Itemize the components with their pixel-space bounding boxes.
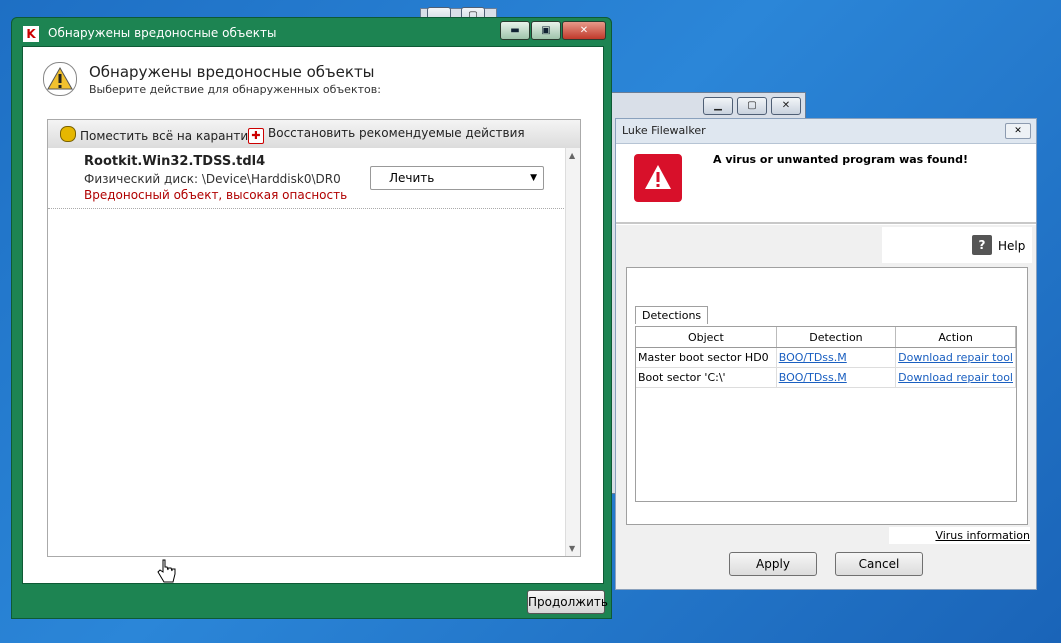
table-row[interactable]: Master boot sector HD0 BOO/TDss.M Downlo… <box>636 347 1016 368</box>
cell-action-link[interactable]: Download repair tool <box>895 347 1016 368</box>
scroll-down-icon[interactable]: ▼ <box>569 544 575 553</box>
detections-table: Object Detection Action Master boot sect… <box>635 326 1017 502</box>
column-header-object[interactable]: Object <box>636 327 777 348</box>
column-header-action[interactable]: Action <box>895 327 1016 348</box>
kaspersky-client-area: Обнаружены вредоносные объекты Выберите … <box>22 46 604 584</box>
alert-banner: A virus or unwanted program was found! <box>616 144 1036 224</box>
detections-frame: Detections Object Detection Action Maste… <box>626 267 1028 525</box>
continue-button[interactable]: Продолжить <box>527 590 608 614</box>
page-subtitle: Выберите действие для обнаруженных объек… <box>89 83 381 96</box>
alert-icon <box>634 154 682 202</box>
cancel-button[interactable]: Cancel <box>835 552 923 576</box>
restore-recommended-label: Восстановить рекомендуемые действия <box>268 126 525 140</box>
red-cross-icon: ✚ <box>248 128 264 144</box>
maximize-icon[interactable]: ▢ <box>737 97 767 115</box>
close-button[interactable]: ✕ <box>1005 123 1031 139</box>
minimize-button[interactable]: ▬ <box>500 21 530 40</box>
detection-risk: Вредоносный объект, высокая опасность <box>84 188 348 202</box>
luke-filewalker-window: Luke Filewalker ✕ A virus or unwanted pr… <box>615 118 1037 590</box>
cell-detection-link[interactable]: BOO/TDss.M <box>776 347 897 368</box>
vertical-scrollbar[interactable]: ▲ ▼ <box>565 148 580 556</box>
help-bar: ? Help <box>882 227 1032 263</box>
table-row[interactable]: Boot sector 'C:\' BOO/TDss.M Download re… <box>636 367 1016 388</box>
quarantine-all-label: Поместить всё на карантин <box>80 129 256 143</box>
quarantine-all-button[interactable]: Поместить всё на карантин <box>60 126 256 143</box>
column-header-detection[interactable]: Detection <box>776 327 897 348</box>
cell-object: Boot sector 'C:\' <box>636 367 777 388</box>
kaspersky-window: K Обнаружены вредоносные объекты ▬ ▣ ✕ О… <box>11 17 612 619</box>
warning-icon <box>43 62 77 96</box>
window-title: Luke Filewalker <box>622 124 706 137</box>
maximize-button[interactable]: ▣ <box>531 21 561 40</box>
chevron-down-icon: ▼ <box>530 173 537 183</box>
window-title: Обнаружены вредоносные объекты <box>48 26 277 40</box>
detection-name: Rootkit.Win32.TDSS.tdl4 <box>84 154 266 169</box>
alert-message: A virus or unwanted program was found! <box>713 153 968 166</box>
close-icon[interactable]: ✕ <box>771 97 801 115</box>
restore-recommended-button[interactable]: ✚ Восстановить рекомендуемые действия <box>248 126 525 144</box>
tab-detections[interactable]: Detections <box>635 306 709 324</box>
detection-path: Физический диск: \Device\Harddisk0\DR0 <box>84 172 341 186</box>
luke-body: ? Help Detections Object Detection Actio… <box>616 225 1036 589</box>
close-button[interactable]: ✕ <box>562 21 606 40</box>
radiation-icon <box>60 126 76 142</box>
cell-object: Master boot sector HD0 <box>636 347 777 368</box>
kaspersky-toolbar: Поместить всё на карантин ✚ Восстановить … <box>47 119 581 149</box>
apply-button[interactable]: Apply <box>729 552 817 576</box>
virus-information-link[interactable]: Virus information <box>889 527 1030 544</box>
detections-list: Rootkit.Win32.TDSS.tdl4 Физический диск:… <box>47 148 581 557</box>
hand-cursor-icon <box>157 558 177 586</box>
scroll-up-icon[interactable]: ▲ <box>569 151 575 160</box>
page-title: Обнаружены вредоносные объекты <box>89 63 375 81</box>
kaspersky-logo-icon: K <box>23 26 39 42</box>
minimize-icon[interactable]: ▁ <box>703 97 733 115</box>
cell-detection-link[interactable]: BOO/TDss.M <box>776 367 897 388</box>
cell-action-link[interactable]: Download repair tool <box>895 367 1016 388</box>
title-bar: Luke Filewalker ✕ <box>616 119 1036 144</box>
action-dropdown[interactable]: Лечить ▼ <box>370 166 544 190</box>
divider <box>48 208 566 209</box>
help-icon[interactable]: ? <box>972 235 992 255</box>
action-dropdown-value: Лечить <box>389 171 435 185</box>
help-link[interactable]: Help <box>998 239 1025 253</box>
